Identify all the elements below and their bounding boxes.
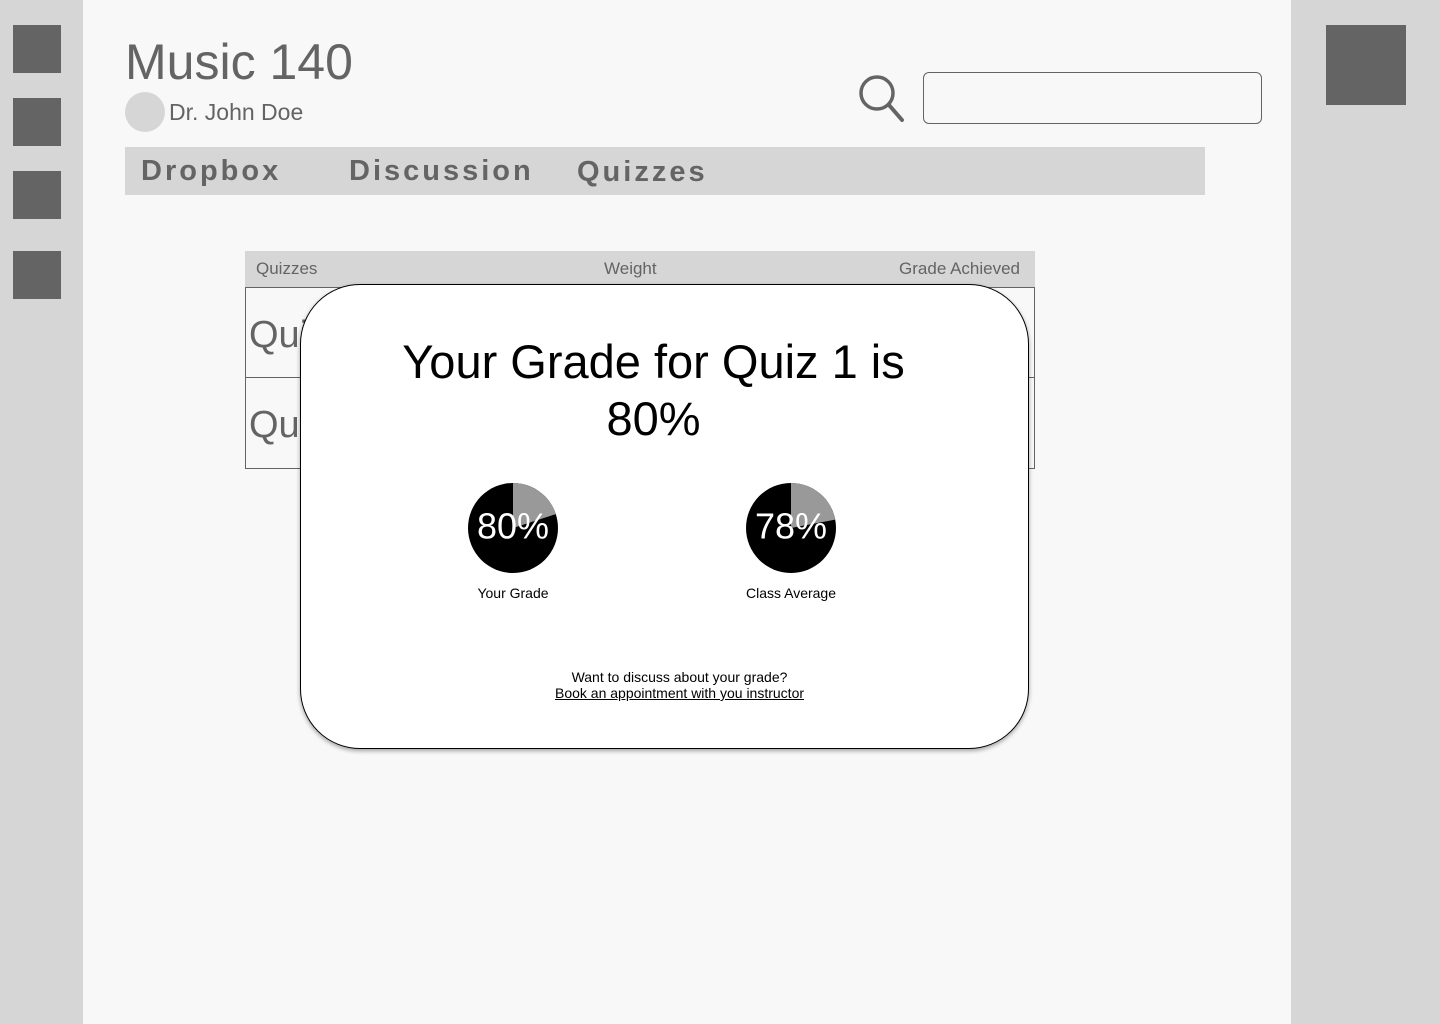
profile-button[interactable]: [1326, 25, 1406, 105]
your-grade-chart: 80% Your Grade: [423, 482, 603, 601]
chart-caption: Your Grade: [477, 585, 549, 601]
class-average-pie: 78%: [746, 483, 836, 573]
course-title: Music 140: [125, 34, 353, 90]
pie-percent-label: 80%: [477, 506, 549, 547]
instructor-info: Dr. John Doe: [125, 91, 303, 133]
instructor-name: Dr. John Doe: [169, 98, 304, 125]
discuss-prompt: Want to discuss about your grade?: [571, 669, 788, 685]
sidebar-button-3[interactable]: [13, 171, 61, 219]
your-grade-pie: 80%: [468, 483, 558, 573]
right-sidebar: [1291, 0, 1440, 1024]
course-nav: Dropbox Discussion Quizzes: [125, 147, 1205, 195]
search-input[interactable]: [923, 72, 1262, 124]
tab-dropbox[interactable]: Dropbox: [141, 147, 281, 195]
sidebar-button-2[interactable]: [13, 98, 61, 146]
pie-percent-label: 78%: [755, 506, 827, 547]
avatar: [125, 92, 165, 132]
left-sidebar: [0, 0, 83, 1024]
sidebar-button-4[interactable]: [13, 251, 61, 299]
search-icon[interactable]: [857, 72, 905, 124]
header-quizzes: Quizzes: [256, 259, 318, 278]
tab-discussion[interactable]: Discussion: [349, 147, 534, 195]
header-weight: Weight: [604, 259, 657, 278]
grade-modal: Your Grade for Quiz 1 is 80% 80% Your Gr…: [300, 284, 1029, 749]
book-appointment-link[interactable]: Book an appointment with you instructor: [555, 685, 804, 701]
sidebar-button-1[interactable]: [13, 25, 61, 73]
modal-title: Your Grade for Quiz 1 is 80%: [402, 335, 905, 445]
header-grade-achieved: Grade Achieved: [899, 259, 1020, 278]
table-header: Quizzes Weight Grade Achieved: [245, 251, 1035, 287]
tab-quizzes[interactable]: Quizzes: [577, 148, 708, 196]
class-average-chart: 78% Class Average: [701, 482, 881, 601]
chart-caption: Class Average: [745, 585, 836, 601]
